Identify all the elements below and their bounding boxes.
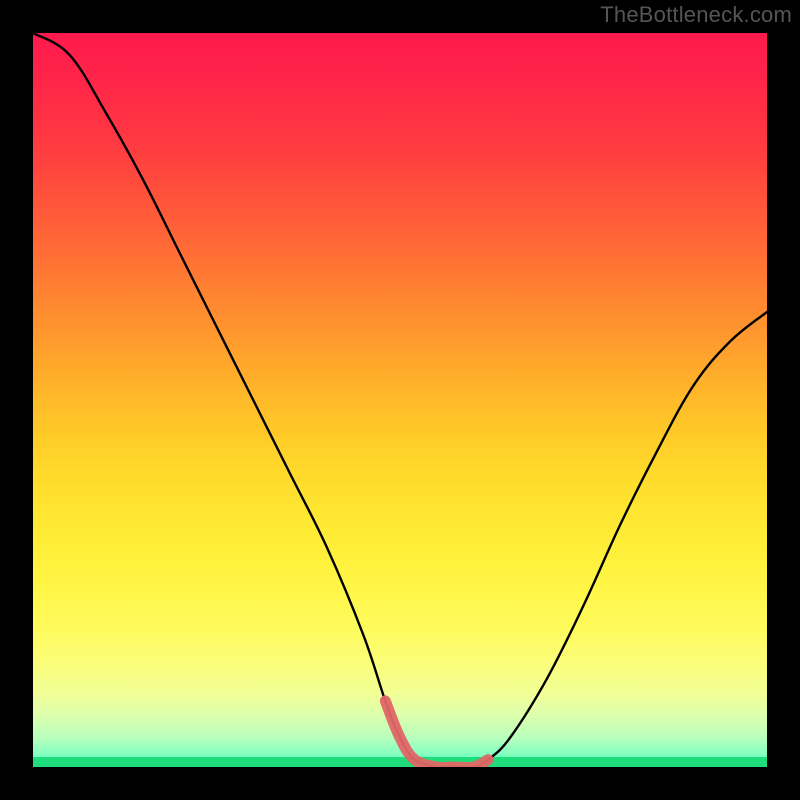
gradient-background <box>33 33 767 767</box>
chart-frame: TheBottleneck.com <box>0 0 800 800</box>
watermark-text: TheBottleneck.com <box>600 2 792 28</box>
chart-svg <box>33 33 767 767</box>
plot-area <box>33 33 767 767</box>
green-band <box>33 757 767 767</box>
